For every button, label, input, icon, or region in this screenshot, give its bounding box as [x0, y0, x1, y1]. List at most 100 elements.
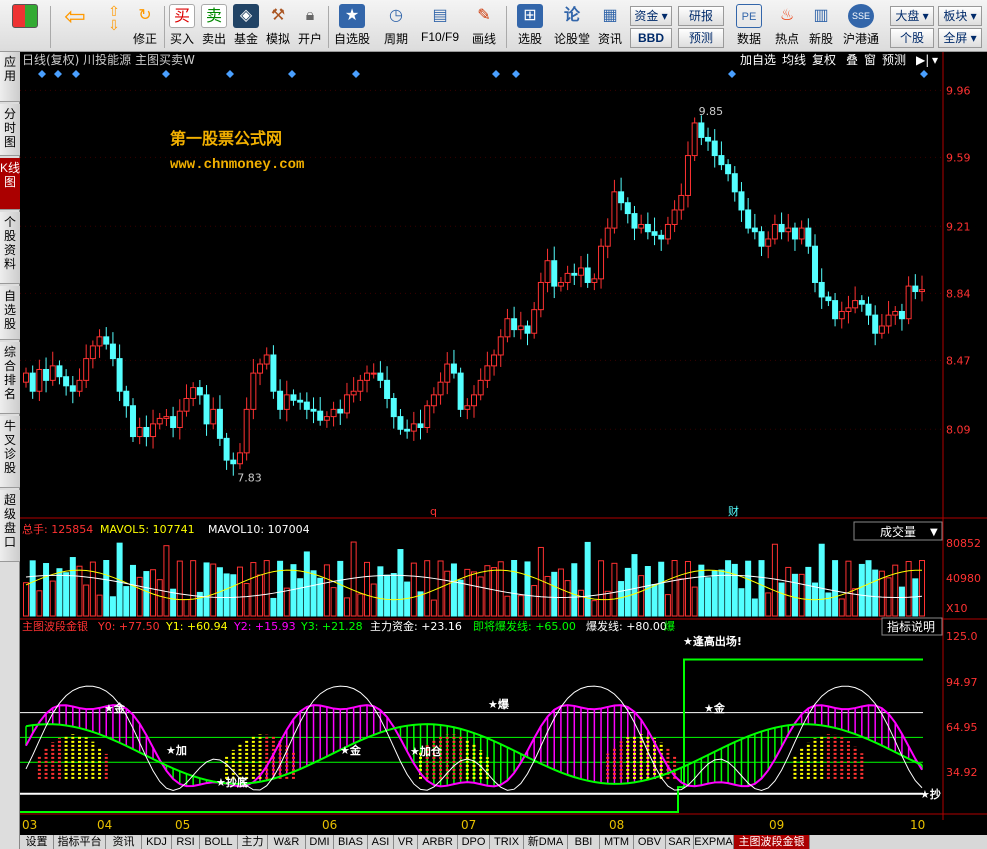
- up-down-button[interactable]: ⇧ ⇩: [100, 4, 128, 50]
- tab-settings[interactable]: 设置: [20, 835, 54, 849]
- chevron-down-icon[interactable]: ▼: [930, 527, 938, 538]
- tab-indicator[interactable]: 资讯: [106, 835, 142, 849]
- candle-body: [129, 405, 136, 438]
- tab-indicator[interactable]: W&R: [268, 835, 306, 849]
- news-label: 资讯: [597, 32, 622, 46]
- forecast-button[interactable]: 预测: [678, 28, 724, 48]
- candle-body: [805, 227, 812, 247]
- capital-button[interactable]: 资金 ▾: [630, 6, 672, 26]
- stock-filter-button[interactable]: ⊞ 选股: [512, 4, 548, 50]
- sidenav-item-diagnose[interactable]: 牛叉诊股: [0, 416, 20, 488]
- overlay-button[interactable]: 叠: [846, 53, 858, 67]
- buy-button[interactable]: 买 买入: [168, 4, 196, 50]
- hk-connect-button[interactable]: SSE 沪港通: [840, 4, 882, 50]
- candle-body: [437, 381, 444, 396]
- forum-button[interactable]: 论 论股堂: [552, 4, 592, 50]
- predict-button[interactable]: 预测: [882, 53, 906, 67]
- candle-body: [384, 379, 391, 399]
- sector-select[interactable]: 板块 ▾: [938, 6, 982, 26]
- app-logo-button[interactable]: [8, 4, 42, 50]
- finance-marker[interactable]: 财: [728, 504, 739, 518]
- watchlist-button[interactable]: ★ 自选股: [332, 4, 372, 50]
- candle-body: [591, 278, 598, 283]
- tab-indicator[interactable]: OBV: [634, 835, 666, 849]
- volume-bar: [444, 570, 451, 617]
- volume-bar: [143, 571, 150, 617]
- sidenav-item-profile[interactable]: 个股资料: [0, 212, 20, 284]
- tab-indicator[interactable]: SAR: [666, 835, 694, 849]
- add-watchlist-button[interactable]: 加自选: [740, 53, 776, 67]
- window-button[interactable]: 窗: [864, 53, 876, 67]
- ind-tick-95: 94.97: [946, 676, 978, 689]
- back-button[interactable]: ⇦: [58, 1, 92, 50]
- volume-bar: [156, 579, 163, 617]
- tab-indicator[interactable]: DMI: [306, 835, 334, 849]
- date-label-05: 05: [175, 818, 191, 832]
- sector-label: 板块: [943, 9, 968, 23]
- tab-indicator[interactable]: BIAS: [334, 835, 368, 849]
- tab-indicator[interactable]: EXPMA: [694, 835, 734, 849]
- fund-button[interactable]: ◈ 基金: [232, 4, 260, 50]
- correct-button[interactable]: ↻ 修正: [130, 4, 160, 50]
- candle-body: [330, 408, 337, 418]
- data-button[interactable]: PE 数据: [732, 4, 766, 50]
- volume-bar: [631, 554, 638, 617]
- sidenav-item-kline[interactable]: K线图: [0, 158, 20, 210]
- fullscreen-select[interactable]: 全屏 ▾: [938, 28, 982, 48]
- price-tick: 8.47: [946, 354, 971, 367]
- bbd-button[interactable]: BBD: [630, 28, 672, 48]
- tab-indicator[interactable]: VR: [394, 835, 418, 849]
- tab-indicator[interactable]: 新DMA: [524, 835, 568, 849]
- tab-indicator[interactable]: TRIX: [490, 835, 524, 849]
- sidenav-item-level2[interactable]: 超级盘口: [0, 490, 20, 562]
- dropdown-icon[interactable]: ▾: [932, 53, 938, 67]
- ma-button[interactable]: 均线: [782, 53, 806, 67]
- research-button[interactable]: 研报: [678, 6, 724, 26]
- sidenav-item-watchlist[interactable]: 自选股: [0, 286, 20, 340]
- tab-indicator[interactable]: KDJ: [142, 835, 172, 849]
- data-label: 数据: [736, 32, 761, 46]
- ind-tick-65: 64.95: [946, 721, 978, 734]
- sell-button[interactable]: 卖 卖出: [200, 4, 228, 50]
- tab-indicator[interactable]: RSI: [172, 835, 200, 849]
- news-button[interactable]: ▦ 资讯: [596, 4, 624, 50]
- tab-indicator[interactable]: BOLL: [200, 835, 238, 849]
- new-stock-button[interactable]: ▥ 新股: [806, 4, 836, 50]
- volume-bar: [203, 562, 210, 617]
- tab-indicator[interactable]: ARBR: [418, 835, 458, 849]
- f10-button[interactable]: ▤ F10/F9: [418, 4, 462, 50]
- back-arrow-icon: ⇦: [64, 1, 86, 31]
- tab-indicator[interactable]: MTM: [600, 835, 634, 849]
- tab-indicator[interactable]: 主力: [238, 835, 268, 849]
- lock-icon: 🔒︎: [305, 7, 315, 24]
- simulate-button[interactable]: ⚒ 模拟: [264, 4, 292, 50]
- single-stock-button[interactable]: 个股: [890, 28, 934, 48]
- period-button[interactable]: ◷ 周期: [376, 4, 416, 50]
- candle-body: [671, 209, 678, 225]
- candle-body: [370, 372, 377, 375]
- sidenav-item-timeshare[interactable]: 分时图: [0, 104, 20, 156]
- market-select[interactable]: 大盘 ▾: [890, 6, 934, 26]
- sidenav-item-app[interactable]: 应用: [0, 52, 20, 102]
- candle-body: [303, 401, 310, 410]
- volume-bar: [223, 573, 230, 617]
- open-account-button[interactable]: 🔒︎ 开户: [296, 4, 324, 50]
- tab-indicator[interactable]: ASI: [368, 835, 394, 849]
- tab-indicator[interactable]: 主图波段金银: [734, 835, 810, 849]
- volume-bar: [323, 564, 330, 617]
- draw-line-button[interactable]: ✎ 画线: [466, 4, 502, 50]
- sidenav-item-ranking[interactable]: 综合排名: [0, 342, 20, 414]
- candle-body: [243, 408, 250, 454]
- tab-indicator[interactable]: 指标平台: [54, 835, 106, 849]
- volume-bar: [123, 586, 130, 617]
- expand-icon[interactable]: ▶|: [916, 53, 929, 67]
- hot-button[interactable]: ♨ 热点: [772, 4, 802, 50]
- candle-body: [196, 387, 203, 396]
- tab-indicator[interactable]: DPO: [458, 835, 490, 849]
- adjust-button[interactable]: 复权: [812, 53, 836, 67]
- main-toolbar: ⇦ ⇧ ⇩ ↻ 修正 买 买入 卖 卖出 ◈ 基金 ⚒ 模拟 🔒︎ 开户 ★ 自选…: [0, 0, 987, 52]
- candle-body: [390, 397, 397, 418]
- tab-indicator[interactable]: BBI: [568, 835, 600, 849]
- event-marker-q[interactable]: q: [430, 505, 437, 518]
- signal-diamond-icon: [288, 70, 296, 78]
